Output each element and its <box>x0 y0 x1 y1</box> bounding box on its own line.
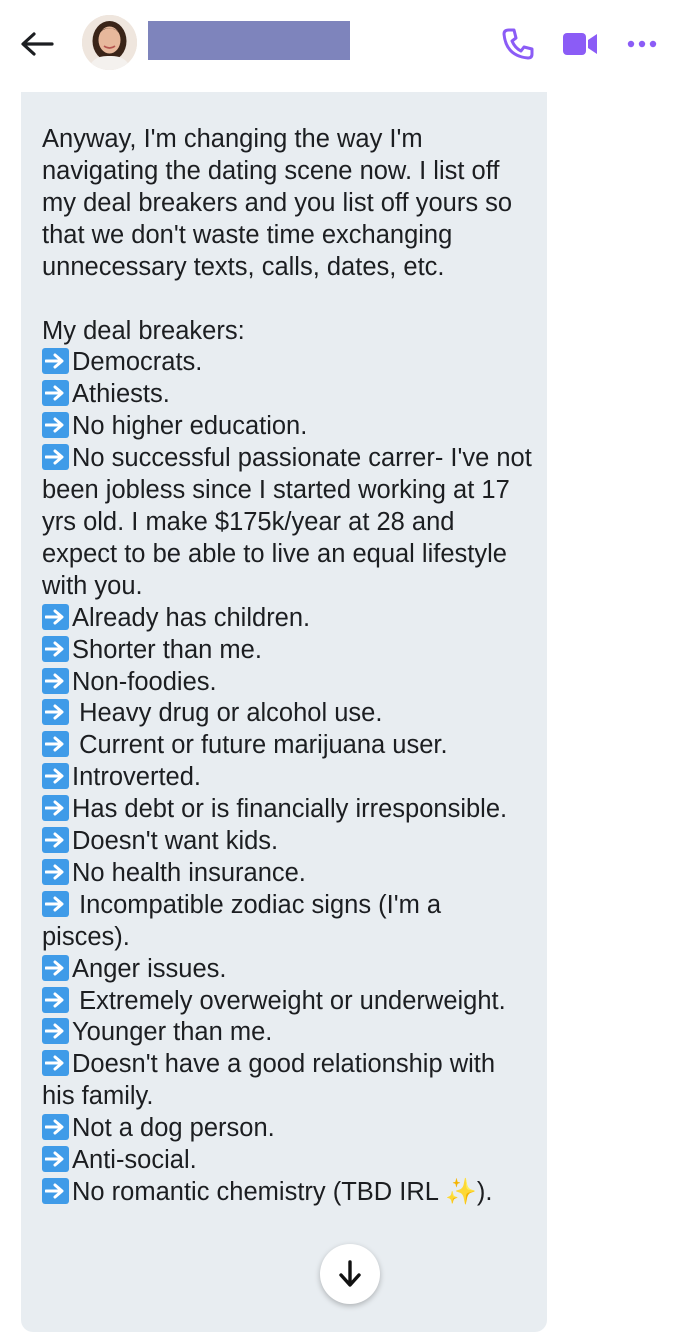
list-item-text: Anti-social. <box>72 1146 197 1175</box>
list-item: No higher education. <box>42 411 532 443</box>
phone-icon <box>502 28 534 60</box>
deal-breakers-list: Democrats. Athiests. No higher education. N… <box>42 347 532 1177</box>
list-item: Democrats. <box>42 347 532 379</box>
more-options-button[interactable] <box>622 24 662 64</box>
right-arrow-icon <box>42 667 69 694</box>
list-item: Doesn't want kids. <box>42 826 532 858</box>
list-item-text: No health insurance. <box>72 858 306 887</box>
right-arrow-icon <box>42 954 69 981</box>
list-item: Athiests. <box>42 379 532 411</box>
list-item: Introverted. <box>42 762 532 794</box>
list-item-text: Shorter than me. <box>72 635 262 664</box>
list-item-text: No romantic chemistry (TBD IRL <box>72 1178 446 1206</box>
right-arrow-icon <box>42 603 69 630</box>
list-item: Anger issues. <box>42 954 532 986</box>
list-item-text: Democrats. <box>72 348 203 377</box>
list-item-text: Extremely overweight or underweight. <box>72 986 506 1015</box>
list-item-text: Heavy drug or alcohol use. <box>72 699 383 728</box>
video-call-button[interactable] <box>560 24 600 64</box>
back-button[interactable] <box>18 27 56 61</box>
list-item-text: Anger issues. <box>72 954 227 983</box>
sparkles-emoji: ✨ <box>445 1178 477 1206</box>
list-item: Extremely overweight or underweight. <box>42 986 532 1018</box>
list-item: Already has children. <box>42 603 532 635</box>
list-item: Has debt or is financially irresponsible… <box>42 794 532 826</box>
chat-header <box>0 0 700 92</box>
list-item: No romantic chemistry (TBD IRL ✨). <box>42 1177 532 1209</box>
list-item-text: No higher education. <box>72 412 308 441</box>
list-item-text: No successful passionate carrer- I've no… <box>42 444 532 600</box>
avatar[interactable] <box>82 15 137 70</box>
message-text: Anyway, I'm changing the way I'm navigat… <box>42 124 532 1209</box>
message-intro: Anyway, I'm changing the way I'm navigat… <box>42 125 513 281</box>
list-item-text: Non-foodies. <box>72 667 217 696</box>
list-item: Heavy drug or alcohol use. <box>42 698 532 730</box>
list-item-text: Already has children. <box>72 603 311 632</box>
right-arrow-icon <box>42 635 69 662</box>
list-item: Doesn't have a good relationship with hi… <box>42 1049 532 1113</box>
list-item: Current or future marijuana user. <box>42 730 532 762</box>
right-arrow-icon <box>42 795 69 822</box>
right-arrow-icon <box>42 731 69 758</box>
list-item: Anti-social. <box>42 1145 532 1177</box>
right-arrow-icon <box>42 858 69 885</box>
right-arrow-icon <box>42 348 69 375</box>
list-item-text: Doesn't have a good relationship with hi… <box>42 1050 496 1111</box>
list-item: Younger than me. <box>42 1017 532 1049</box>
list-item: Shorter than me. <box>42 635 532 667</box>
scroll-to-bottom-button[interactable] <box>320 1244 380 1304</box>
right-arrow-icon <box>42 1050 69 1077</box>
list-item: Incompatible zodiac signs (I'm a pisces)… <box>42 890 532 954</box>
more-dots-icon <box>627 40 657 48</box>
right-arrow-icon <box>42 986 69 1013</box>
right-arrow-icon <box>42 827 69 854</box>
right-arrow-icon <box>42 890 69 917</box>
right-arrow-icon <box>42 763 69 790</box>
list-item-text: Not a dog person. <box>72 1114 275 1143</box>
deal-breakers-heading: My deal breakers: <box>42 316 245 345</box>
list-item-text: Younger than me. <box>72 1018 273 1047</box>
right-arrow-icon <box>42 1178 69 1204</box>
right-arrow-icon <box>42 412 69 439</box>
right-arrow-icon <box>42 699 69 726</box>
arrow-left-icon <box>21 32 54 56</box>
list-item-text-end: ). <box>476 1178 493 1206</box>
list-item: No successful passionate carrer- I've no… <box>42 443 532 603</box>
right-arrow-icon <box>42 1114 69 1141</box>
contact-photo <box>82 15 137 70</box>
list-item-text: Athiests. <box>72 380 170 409</box>
contact-name-redacted <box>148 21 350 60</box>
call-button[interactable] <box>498 24 538 64</box>
right-arrow-icon <box>42 380 69 407</box>
list-item: Not a dog person. <box>42 1113 532 1145</box>
right-arrow-icon <box>42 444 69 471</box>
list-item-text: Introverted. <box>72 763 201 792</box>
right-arrow-icon <box>42 1018 69 1045</box>
video-camera-icon <box>563 33 597 55</box>
list-item-text: Doesn't want kids. <box>72 827 279 856</box>
right-arrow-icon <box>42 1146 69 1173</box>
arrow-down-icon <box>339 1260 361 1287</box>
list-item-text: Incompatible zodiac signs (I'm a pisces)… <box>42 890 442 951</box>
list-item-text: Current or future marijuana user. <box>72 731 448 760</box>
list-item: Non-foodies. <box>42 667 532 699</box>
list-item: No health insurance. <box>42 858 532 890</box>
list-item-text: Has debt or is financially irresponsible… <box>72 795 508 824</box>
